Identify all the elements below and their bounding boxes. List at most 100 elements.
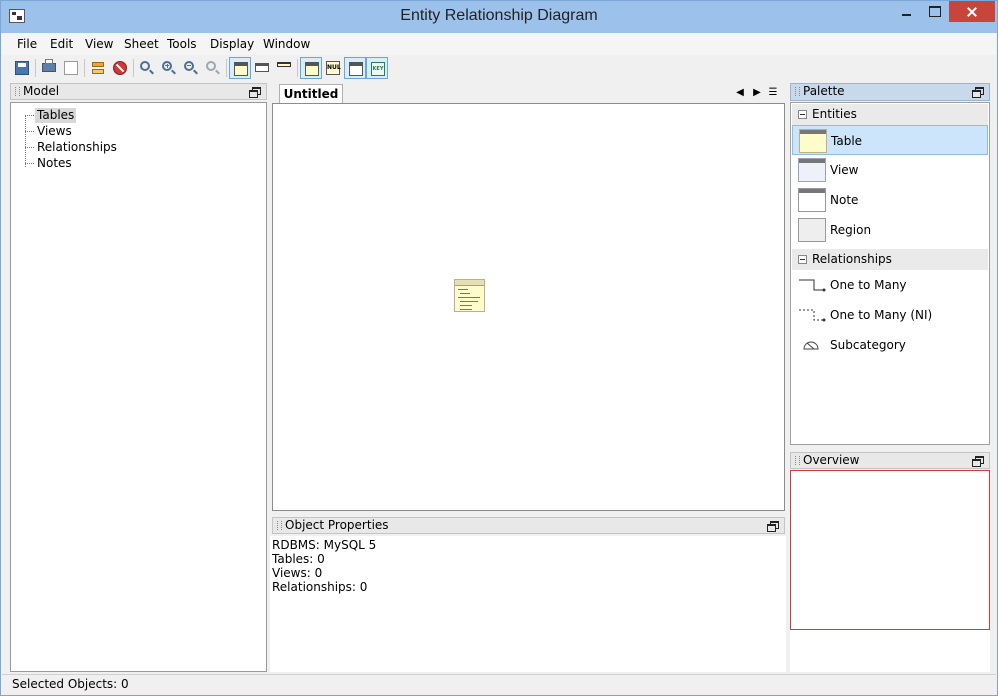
zoom-fit-button[interactable] <box>136 57 158 79</box>
menu-sheet[interactable]: Sheet <box>124 37 159 51</box>
overview-background <box>790 630 990 672</box>
tree-connector <box>25 115 34 116</box>
collapse-icon[interactable] <box>798 110 807 119</box>
palette-item-one-to-many-ni[interactable]: One to Many (NI) <box>792 300 988 330</box>
model-panel-header: Model <box>10 83 267 100</box>
restore-icon[interactable] <box>972 87 984 98</box>
tree-item-relationships[interactable]: Relationships <box>35 140 119 155</box>
overview-viewport[interactable] <box>790 470 990 630</box>
restore-icon[interactable] <box>767 521 779 532</box>
tab-scroll-left-icon[interactable]: ◀ <box>735 87 745 99</box>
palette-item-label: Subcategory <box>830 338 906 352</box>
maximize-button[interactable] <box>921 1 947 23</box>
close-button[interactable] <box>949 1 995 22</box>
tab-untitled-1[interactable]: Untitled 1 <box>279 84 343 119</box>
show-keys-button[interactable] <box>251 57 273 79</box>
toolbar-separator <box>35 59 36 77</box>
show-comments-button[interactable] <box>344 57 366 79</box>
stop-button[interactable] <box>109 57 131 79</box>
palette-section-entities[interactable]: Entities <box>792 104 988 125</box>
page-setup-button[interactable] <box>60 57 82 79</box>
canvas-table-preview[interactable] <box>454 279 485 312</box>
app-window: Entity Relationship Diagram File Edit Vi… <box>0 0 998 696</box>
zoom-out-button[interactable] <box>180 57 202 79</box>
subcategory-icon <box>803 341 819 350</box>
show-pk-fk-button[interactable]: KEY <box>366 57 388 79</box>
menu-tools[interactable]: Tools <box>167 37 197 51</box>
diagram-canvas[interactable] <box>272 103 785 511</box>
print-icon <box>42 59 56 72</box>
tree-item-notes[interactable]: Notes <box>35 156 74 171</box>
menu-edit[interactable]: Edit <box>50 37 73 51</box>
show-keys-icon <box>255 63 269 72</box>
zoom-actual-icon <box>206 61 220 75</box>
one-to-many-icon <box>799 279 826 292</box>
property-rdbms: RDBMS: MySQL 5 <box>272 538 377 552</box>
table-row <box>458 289 468 290</box>
show-title-only-button[interactable] <box>273 57 295 79</box>
property-tables: Tables: 0 <box>272 552 325 566</box>
overview-title: Overview <box>803 453 860 467</box>
object-properties-header: Object Properties <box>272 517 785 534</box>
palette-item-label: Note <box>830 193 859 207</box>
save-button[interactable] <box>11 57 33 79</box>
model-tree: Tables Views Relationships Notes <box>10 102 267 672</box>
show-columns-button[interactable] <box>229 57 251 79</box>
table-header <box>455 280 484 286</box>
palette-title: Palette <box>803 84 845 98</box>
palette-section-relationships[interactable]: Relationships <box>792 249 988 270</box>
show-datatype-button[interactable] <box>300 57 322 79</box>
save-icon <box>15 61 29 75</box>
window-title: Entity Relationship Diagram <box>400 7 598 24</box>
overview-header: Overview <box>790 452 990 469</box>
tree-item-views[interactable]: Views <box>35 124 74 139</box>
palette-item-label: View <box>830 163 859 177</box>
property-relationships: Relationships: 0 <box>272 580 368 594</box>
show-datatype-icon <box>305 62 319 76</box>
tree-item-tables[interactable]: Tables <box>35 108 77 123</box>
palette-item-region[interactable]: Region <box>792 215 988 245</box>
print-button[interactable] <box>38 57 60 79</box>
page-setup-icon <box>64 61 78 75</box>
collapse-icon[interactable] <box>798 255 807 264</box>
palette-item-label: One to Many (NI) <box>830 308 933 322</box>
palette-header: Palette <box>790 83 990 101</box>
palette-item-subcategory[interactable]: Subcategory <box>792 330 988 360</box>
toolbar-separator <box>226 59 227 77</box>
palette-item-note[interactable]: Note <box>792 185 988 215</box>
restore-icon[interactable] <box>249 87 261 98</box>
menu-display[interactable]: Display <box>210 37 254 51</box>
tab-scroll-right-icon[interactable]: ▶ <box>752 87 762 99</box>
zoom-actual-button[interactable] <box>202 57 224 79</box>
tree-connector <box>25 163 34 164</box>
zoom-in-icon <box>162 61 176 75</box>
menu-window[interactable]: Window <box>263 37 310 51</box>
tree-connector <box>25 147 34 148</box>
menu-bar: File Edit View Sheet Tools Display Windo… <box>2 33 996 55</box>
model-panel-title: Model <box>23 84 60 98</box>
show-null-button[interactable]: NUL <box>322 57 344 79</box>
toolbar-separator <box>133 59 134 77</box>
toolbar-separator <box>84 59 85 77</box>
tree-connector <box>25 115 26 167</box>
menu-view[interactable]: View <box>85 37 113 51</box>
zoom-in-button[interactable] <box>158 57 180 79</box>
tab-list-icon[interactable]: ☰ <box>768 87 778 99</box>
palette-item-one-to-many[interactable]: One to Many <box>792 270 988 300</box>
toolbar-separator <box>297 59 298 77</box>
minimize-button[interactable] <box>893 1 919 23</box>
show-pk-fk-icon: KEY <box>371 62 385 76</box>
restore-icon[interactable] <box>972 456 984 467</box>
show-columns-icon <box>234 62 248 76</box>
show-comments-icon <box>349 62 363 76</box>
palette-item-view[interactable]: View <box>792 155 988 185</box>
menu-file[interactable]: File <box>17 37 37 51</box>
palette-body: Entities Table View Note Region Relation… <box>790 102 990 445</box>
auto-layout-button[interactable] <box>87 57 109 79</box>
title-bar[interactable]: Entity Relationship Diagram <box>1 1 997 33</box>
palette-item-table[interactable]: Table <box>792 125 988 155</box>
region-icon <box>798 218 826 242</box>
show-title-only-icon <box>277 62 291 67</box>
one-to-many-ni-icon <box>799 309 826 322</box>
palette-item-label: One to Many <box>830 278 907 292</box>
